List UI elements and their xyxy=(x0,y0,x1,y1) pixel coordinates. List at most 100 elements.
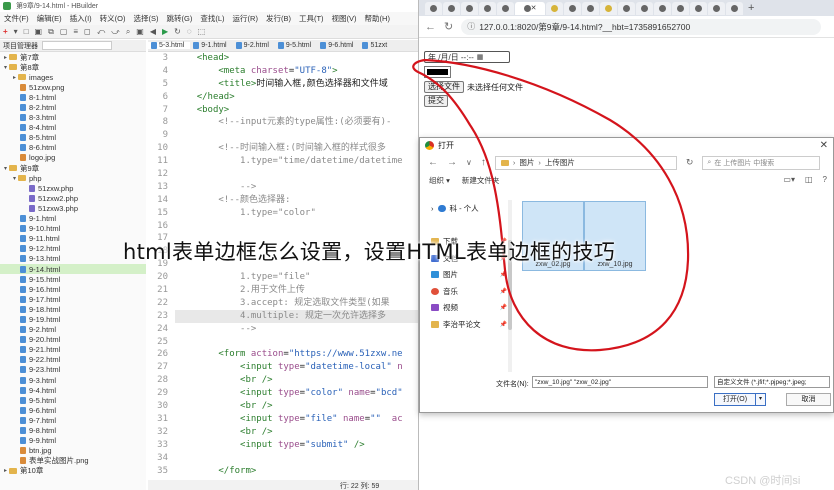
datetime-local-input[interactable]: 年 /月/日 --:-- ▦ xyxy=(424,51,510,63)
calendar-icon[interactable]: ▦ xyxy=(477,53,484,61)
code-line[interactable]: --> xyxy=(175,323,418,336)
chevron-right-icon[interactable]: ▸ xyxy=(11,74,18,81)
tree-item[interactable]: 8-3.html xyxy=(0,113,146,123)
new-tab-icon[interactable]: + xyxy=(748,2,754,14)
code-line[interactable]: --> xyxy=(175,181,418,194)
code-line[interactable]: <input type="datetime-local" n xyxy=(175,361,418,374)
chevron-down-icon[interactable]: ▾ xyxy=(2,64,9,71)
view-options-icon[interactable]: ▭▾ xyxy=(783,175,795,184)
toolbar-icon[interactable]: □ xyxy=(24,27,29,37)
toolbar-icon[interactable]: ◻ xyxy=(84,27,91,37)
code-line[interactable] xyxy=(175,129,418,142)
close-icon[interactable]: ✕ xyxy=(531,4,537,12)
browser-tab[interactable] xyxy=(690,1,707,15)
browser-tab[interactable] xyxy=(618,1,635,15)
organize-menu[interactable]: 组织 ▾ xyxy=(429,175,450,186)
menu-item[interactable]: 选择(S) xyxy=(130,13,163,24)
browser-tab[interactable] xyxy=(497,1,514,15)
toolbar-icon[interactable]: ⤺ xyxy=(97,27,106,37)
tree-item[interactable]: 9-8.html xyxy=(0,425,146,435)
address-bar[interactable]: ⓘ 127.0.0.1:8020/第9章/9-14.html?__hbt=173… xyxy=(461,18,822,35)
code-line[interactable]: 3.accept: 规定选取文件类型(如果 xyxy=(175,297,418,310)
toolbar-icon[interactable]: ▶ xyxy=(162,27,168,37)
code-line[interactable]: <br /> xyxy=(175,374,418,387)
tree-item[interactable]: 9-21.html xyxy=(0,345,146,355)
path-segment[interactable]: 图片 xyxy=(519,157,534,168)
menu-item[interactable]: 运行(R) xyxy=(229,13,262,24)
code-line[interactable]: <!--时间输入框:(时间输入框的样式很多 xyxy=(175,142,418,155)
chevron-right-icon[interactable]: ▸ xyxy=(2,467,9,474)
dialog-search-input[interactable]: ⌕ 在 上传图片 中搜索 xyxy=(702,155,821,170)
tree-item[interactable]: 51zxw2.php xyxy=(0,193,146,203)
preview-pane-icon[interactable]: ◫ xyxy=(805,175,813,184)
toolbar-icon[interactable]: ⌕ xyxy=(126,27,130,37)
code-line[interactable] xyxy=(175,336,418,349)
tree-item[interactable]: 8-2.html xyxy=(0,102,146,112)
cancel-button[interactable]: 取消 xyxy=(786,393,831,406)
browser-tab[interactable]: ✕ xyxy=(515,1,545,15)
dialog-sidebar-item[interactable]: 音乐 📌 xyxy=(425,283,509,300)
tree-item[interactable]: 9-3.html xyxy=(0,375,146,385)
toolbar-icon[interactable]: ▾ xyxy=(14,27,18,37)
menu-item[interactable]: 文件(F) xyxy=(0,13,33,24)
tree-item[interactable]: btn.jpg xyxy=(0,446,146,456)
chevron-right-icon[interactable]: › xyxy=(431,204,434,213)
dialog-sidebar-item[interactable]: › 科 - 个人 xyxy=(425,200,509,217)
menu-item[interactable]: 转义(O) xyxy=(96,13,130,24)
tree-item[interactable]: ▸ images xyxy=(0,72,146,82)
tree-item[interactable]: 9-5.html xyxy=(0,395,146,405)
toolbar-icon[interactable]: + xyxy=(3,27,8,37)
dialog-sidebar-item[interactable]: 李治平论文 📌 xyxy=(425,316,509,333)
back-icon[interactable]: ← xyxy=(428,157,438,168)
color-picker-input[interactable] xyxy=(424,66,451,78)
code-line[interactable] xyxy=(175,452,418,465)
tree-item[interactable]: ▸ 第7章 xyxy=(0,52,146,62)
tree-item[interactable]: logo.jpg xyxy=(0,153,146,163)
code-line[interactable]: <!--颜色选择器: xyxy=(175,194,418,207)
code-line[interactable]: <body> xyxy=(175,104,418,117)
chevron-down-icon[interactable]: ▾ xyxy=(11,175,18,182)
browser-tab[interactable] xyxy=(564,1,581,15)
editor-tab[interactable]: 9-5.html xyxy=(275,42,317,49)
code-line[interactable]: <br /> xyxy=(175,400,418,413)
tree-item[interactable]: 9-7.html xyxy=(0,415,146,425)
browser-tab[interactable] xyxy=(461,1,478,15)
tree-item[interactable]: 9-15.html xyxy=(0,274,146,284)
tree-item[interactable]: 9-18.html xyxy=(0,304,146,314)
tree-item[interactable]: ▾ php xyxy=(0,173,146,183)
tree-item[interactable]: ▾ 第9章 xyxy=(0,163,146,173)
code-line[interactable] xyxy=(175,168,418,181)
browser-tab[interactable] xyxy=(425,1,442,15)
toolbar-icon[interactable]: ⤻ xyxy=(111,27,120,37)
code-line[interactable]: <!--input元素的type属性:(必须要有)- xyxy=(175,116,418,129)
tree-item[interactable]: 9-6.html xyxy=(0,405,146,415)
code-line[interactable]: <form action="https://www.51zxw.ne xyxy=(175,348,418,361)
dialog-sidebar-item[interactable]: 图片 📌 xyxy=(425,267,509,284)
tree-item[interactable]: 51zxw3.php xyxy=(0,203,146,213)
dialog-path-bar[interactable]: › 图片 › 上传图片 xyxy=(494,155,677,170)
site-info-icon[interactable]: ⓘ xyxy=(467,21,475,32)
forward-icon[interactable]: → xyxy=(447,157,457,168)
code-line[interactable]: 1.type="color" xyxy=(175,207,418,220)
tree-item[interactable]: 9-10.html xyxy=(0,224,146,234)
tree-item[interactable]: 9-9.html xyxy=(0,436,146,446)
toolbar-icon[interactable]: ◀ xyxy=(150,27,156,37)
code-line[interactable]: <title>时间输入框,颜色选择器和文件域 xyxy=(175,78,418,91)
reload-icon[interactable]: ↻ xyxy=(444,20,453,33)
toolbar-icon[interactable]: ≡ xyxy=(73,27,78,37)
code-line[interactable]: </form> xyxy=(175,465,418,478)
dialog-sidebar-item[interactable]: 视频 📌 xyxy=(425,300,509,317)
menu-item[interactable]: 查找(L) xyxy=(196,13,228,24)
tree-item[interactable]: 9-17.html xyxy=(0,294,146,304)
chevron-down-icon[interactable]: ▾ xyxy=(2,165,9,172)
tree-item[interactable]: 51zxw.php xyxy=(0,183,146,193)
menu-item[interactable]: 视图(V) xyxy=(328,13,361,24)
tree-item[interactable]: 表单实战图片.png xyxy=(0,456,146,466)
code-line[interactable]: </head> xyxy=(175,91,418,104)
code-line[interactable]: <input type="submit" /> xyxy=(175,439,418,452)
browser-tab[interactable] xyxy=(479,1,496,15)
editor-tab[interactable]: 51zxt xyxy=(359,42,393,49)
open-dropdown-icon[interactable]: ▾ xyxy=(756,393,766,406)
chevron-right-icon[interactable]: ▸ xyxy=(2,54,9,61)
browser-tab[interactable] xyxy=(546,1,563,15)
